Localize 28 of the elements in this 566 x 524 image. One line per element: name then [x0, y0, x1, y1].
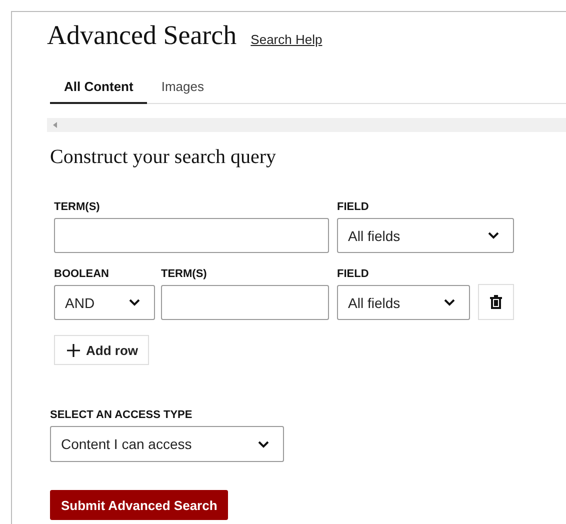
dropdown[interactable]: All fields — [337, 218, 514, 253]
field-label: BOOLEAN — [54, 268, 110, 280]
input-field[interactable] — [161, 285, 329, 320]
dropdown[interactable]: All fields — [337, 285, 470, 320]
chevron-down-icon — [129, 299, 140, 306]
scroll-left-icon[interactable] — [53, 122, 57, 128]
page-title: Advanced Search — [47, 20, 237, 51]
search-help-link[interactable]: Search Help — [250, 32, 322, 47]
chevron-down-icon — [488, 232, 499, 239]
input-field[interactable] — [54, 218, 329, 253]
delete-row-button[interactable] — [478, 284, 514, 320]
tab[interactable]: All Content — [50, 73, 148, 104]
add-row-button[interactable]: Add row — [54, 335, 149, 365]
plus-icon — [67, 344, 80, 356]
trash-icon — [489, 295, 503, 309]
field-label: FIELD — [337, 268, 370, 280]
dropdown[interactable]: AND — [54, 285, 155, 320]
chevron-down-icon — [258, 440, 269, 448]
dropdown[interactable]: Content I can access — [50, 426, 284, 462]
section-heading: Construct your search query — [50, 146, 278, 169]
field-label: SELECT AN ACCESS TYPE — [50, 409, 194, 421]
tab[interactable]: Images — [147, 73, 218, 104]
field-label: TERM(S) — [54, 201, 101, 213]
field-label: TERM(S) — [161, 268, 208, 280]
field-label: FIELD — [337, 201, 370, 213]
scrollbar[interactable] — [47, 118, 566, 132]
submit-button[interactable]: Submit Advanced Search — [50, 490, 228, 520]
chevron-down-icon — [444, 299, 455, 306]
